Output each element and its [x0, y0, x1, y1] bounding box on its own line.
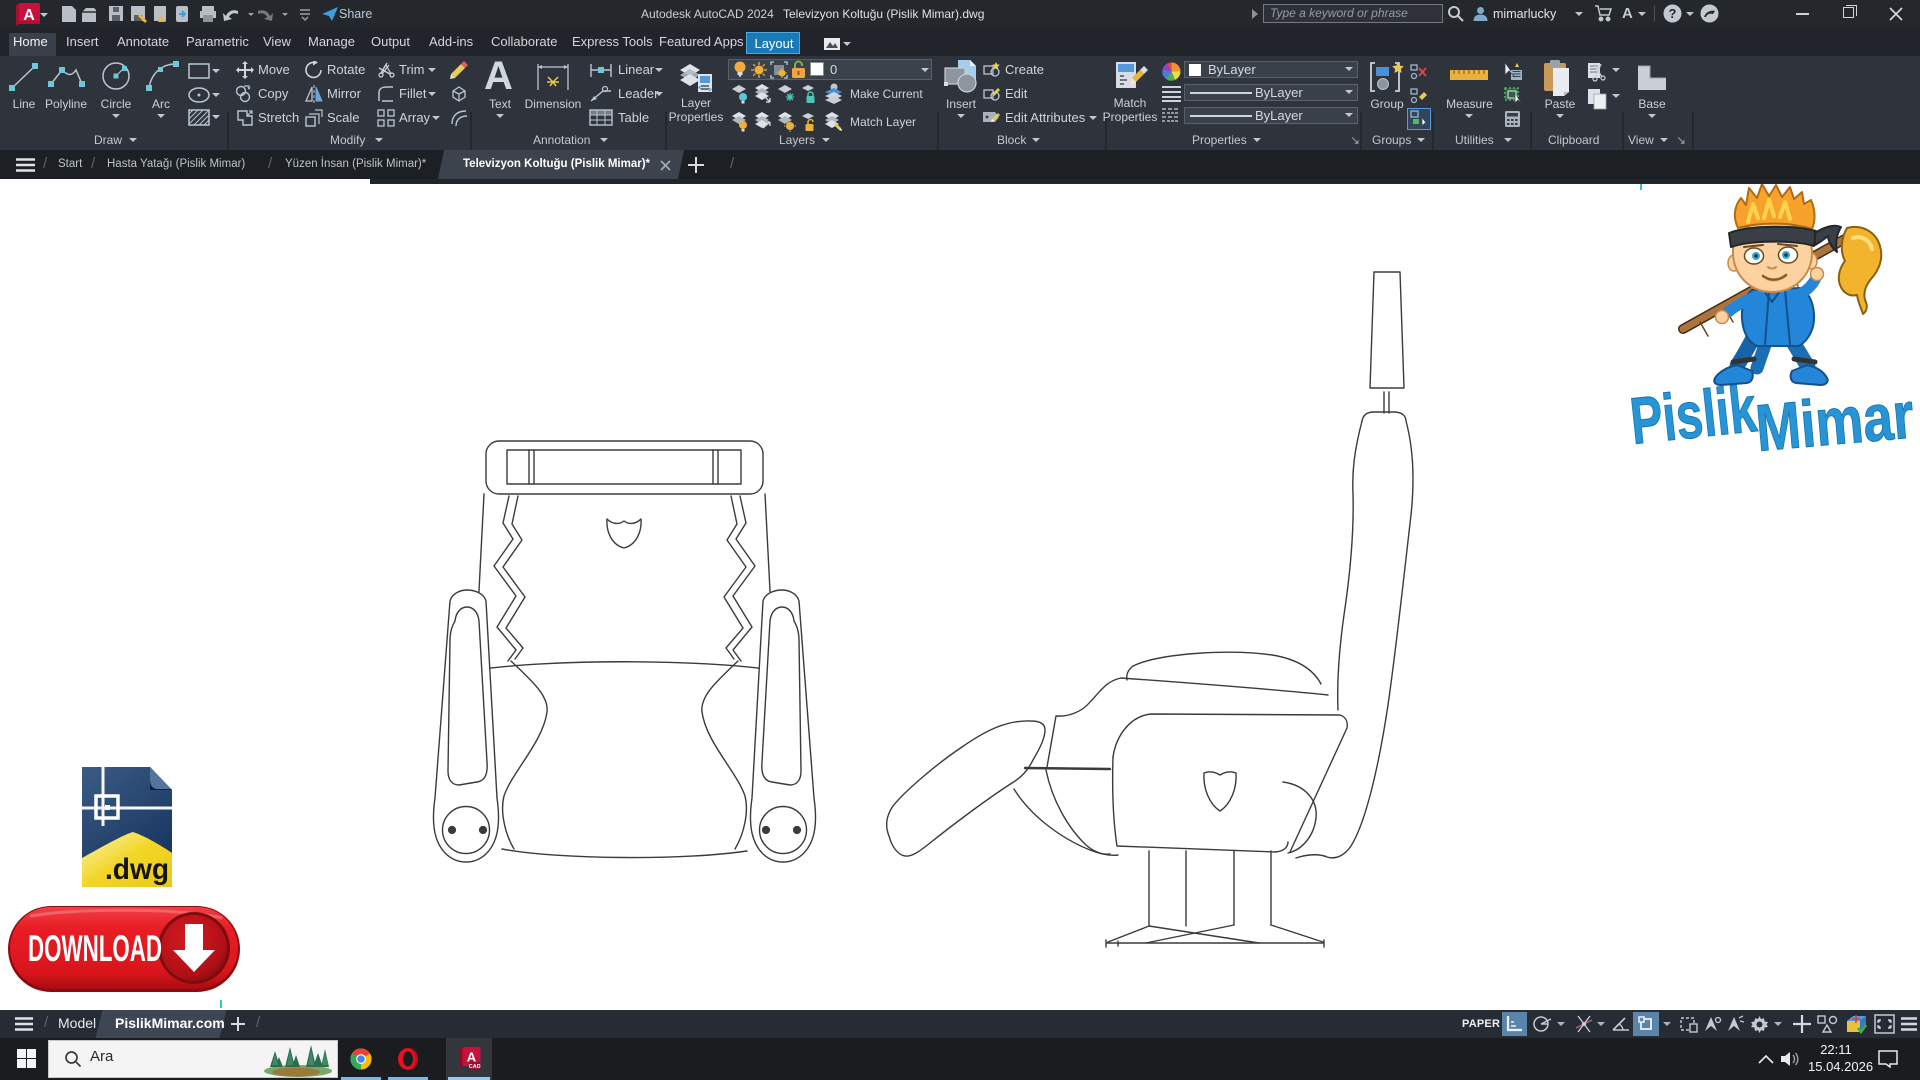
svg-text:Pislik: Pislik — [1627, 371, 1760, 458]
svg-text:CAD: CAD — [469, 1064, 481, 1070]
svg-text:.dwg: .dwg — [105, 853, 169, 886]
svg-text:Mimar: Mimar — [1753, 377, 1917, 464]
svg-text:DOWNLOAD: DOWNLOAD — [28, 928, 162, 969]
